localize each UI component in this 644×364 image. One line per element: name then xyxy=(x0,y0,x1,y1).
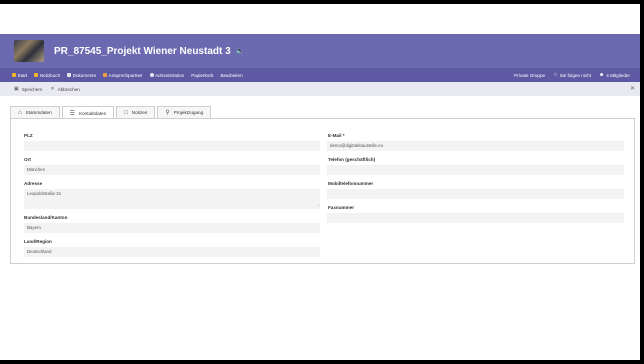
adresse-textarea[interactable]: Leopoldstraße 31 ∕ xyxy=(24,189,320,209)
tab-label: Kontaktdaten xyxy=(79,110,107,116)
tab-label: Stammdaten xyxy=(25,110,52,115)
ort-field[interactable]: München xyxy=(24,165,320,175)
documents-icon xyxy=(67,73,72,77)
nav-item-dokumente[interactable]: Dokumente xyxy=(67,73,96,78)
save-icon: ▣ xyxy=(14,86,19,92)
tab-label: Projektzugang xyxy=(173,110,204,115)
cancel-button[interactable]: ✕ Abbrechen xyxy=(50,86,79,92)
bundesland-field[interactable]: Bayern xyxy=(24,223,320,233)
mobil-label: Mobiltelefonnummer xyxy=(328,181,374,186)
plz-label: PLZ xyxy=(24,133,33,138)
land-field[interactable]: Deutschland xyxy=(24,247,320,257)
top-navigation: Start Notizbuch Dokumente Ansprechpartne… xyxy=(0,68,640,82)
site-logo[interactable] xyxy=(14,40,44,62)
bundesland-label: Bundesland/Kanton xyxy=(24,215,68,220)
note-icon: □ xyxy=(124,109,128,116)
tab-stammdaten[interactable]: ⌂ Stammdaten xyxy=(10,106,60,118)
follow-button[interactable]: ☆ Sie folgen nicht xyxy=(553,72,591,78)
star-icon: ☆ xyxy=(553,72,558,78)
plz-field[interactable] xyxy=(24,141,320,151)
tab-projektzugang[interactable]: ⚲ Projektzugang xyxy=(157,106,212,118)
ort-label: Ort xyxy=(24,157,31,162)
nav-item-label: Bearbeiten xyxy=(220,72,243,78)
home-icon xyxy=(12,73,16,77)
tab-strip: ⌂ Stammdaten ☰ Kontaktdaten □ Notizen ⚲ … xyxy=(10,106,213,119)
command-bar: ▣ Speichern ✕ Abbrechen ✕ xyxy=(0,82,640,96)
fax-field[interactable] xyxy=(327,213,624,223)
adresse-label: Adresse xyxy=(24,181,43,186)
group-info: Private Gruppe ☆ Sie folgen nicht ☻ 4 Mi… xyxy=(506,68,630,82)
land-label: Land/Region xyxy=(24,239,52,244)
tab-notizen[interactable]: □ Notizen xyxy=(116,106,156,118)
nav-item-bearbeiten[interactable]: Bearbeiten xyxy=(220,73,242,78)
nav-item-papierkorb[interactable]: Papierkorb xyxy=(191,73,213,78)
nav-item-ansprechpartner[interactable]: Ansprechpartner xyxy=(103,72,143,78)
email-label: E-Mail * xyxy=(328,133,345,138)
close-icon: ✕ xyxy=(50,86,55,92)
speaker-icon[interactable]: 🔈 xyxy=(236,47,245,55)
adresse-value: Leopoldstraße 31 xyxy=(27,191,62,196)
mobil-field[interactable] xyxy=(327,189,624,199)
nav-item-label: Dokumente xyxy=(72,72,97,78)
gear-icon xyxy=(149,73,154,77)
top-blank-area xyxy=(0,4,640,34)
notebook-icon xyxy=(34,73,39,77)
email-field[interactable]: demo@digitalebaustelle.eu xyxy=(327,141,624,151)
contacts-icon xyxy=(103,73,108,77)
tab-label: Notizen xyxy=(131,110,148,115)
nav-item-start[interactable]: Start xyxy=(12,73,27,78)
person-icon: ☻ xyxy=(598,72,605,78)
site-title[interactable]: PR_87545_Projekt Wiener Neustadt 3 xyxy=(54,46,231,57)
resize-grip-icon[interactable]: ∕ xyxy=(318,203,319,208)
nav-item-administration[interactable]: Administration xyxy=(149,72,185,78)
telefon-label: Telefon (geschäftlich) xyxy=(328,157,376,162)
members-label: 4 Mitglieder xyxy=(606,72,630,78)
private-group-label: Private Gruppe xyxy=(514,73,545,78)
save-label: Speichern xyxy=(21,86,43,92)
nav-item-label: Administration xyxy=(155,72,185,78)
site-header: PR_87545_Projekt Wiener Neustadt 3 🔈 xyxy=(0,34,640,68)
key-icon: ⚲ xyxy=(165,110,170,116)
nav-item-notizbuch[interactable]: Notizbuch xyxy=(34,73,60,78)
members-button[interactable]: ☻ 4 Mitglieder xyxy=(599,72,630,78)
nav-item-label: Notizbuch xyxy=(39,72,61,78)
fax-label: Faxnummer xyxy=(328,205,355,210)
cancel-label: Abbrechen xyxy=(57,86,80,92)
home-icon: ⌂ xyxy=(18,109,22,116)
private-group-text: Private Gruppe xyxy=(514,72,546,78)
close-icon[interactable]: ✕ xyxy=(630,85,635,92)
nav-item-label: Start xyxy=(17,72,28,78)
list-icon: ☰ xyxy=(69,110,76,117)
form-panel: PLZ Ort München Adresse Leopoldstraße 31… xyxy=(10,118,635,264)
follow-label: Sie folgen nicht xyxy=(559,72,591,78)
telefon-field[interactable] xyxy=(327,165,624,175)
save-button[interactable]: ▣ Speichern xyxy=(14,86,42,92)
nav-item-label: Papierkorb xyxy=(191,72,214,78)
nav-item-label: Ansprechpartner xyxy=(108,72,143,78)
